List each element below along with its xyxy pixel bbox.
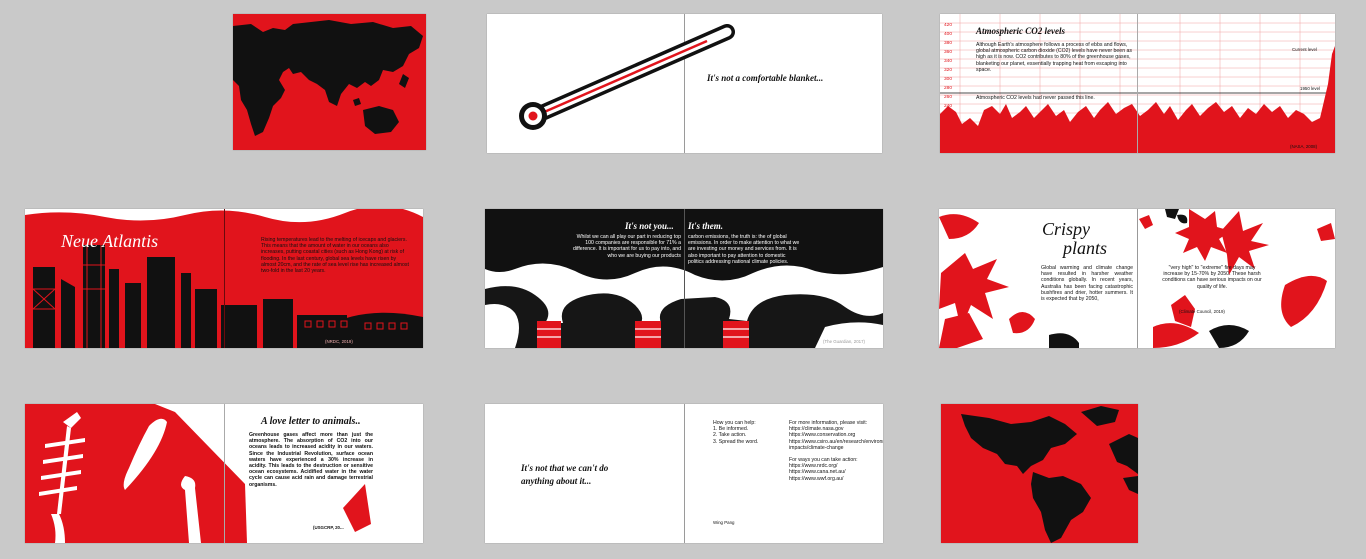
help-step: 3. Spread the word.	[713, 438, 759, 445]
help-info: For more information, please visit: http…	[789, 420, 883, 482]
crispy-spread[interactable]: Crispy plants Global warming and climate…	[939, 209, 1335, 348]
them-spread[interactable]: It's not you... It's them. Whilst we can…	[485, 209, 883, 348]
thermometer-illustration	[519, 24, 735, 130]
them-source: (The Guardian, 2017)	[823, 339, 865, 344]
axis-tick: 360	[944, 50, 953, 55]
co2-title: Atmospheric CO2 levels	[976, 26, 1065, 36]
co2-source: (NASA, 2008)	[1290, 144, 1318, 149]
thermometer-spread[interactable]: It's not a comfortable blanket...	[487, 14, 882, 153]
spread-fold	[224, 404, 225, 543]
spread-fold	[684, 404, 685, 543]
atlantis-body: Rising temperatures lead to the melting …	[261, 237, 409, 275]
letter-title: A love letter to animals..	[261, 416, 361, 427]
co2-body-line: Atmospheric CO2 levels had never passed …	[976, 95, 1095, 101]
world-map-west-page[interactable]	[941, 404, 1138, 543]
world-map-east-illustration	[233, 20, 423, 136]
spread-fold	[1137, 14, 1138, 153]
crispy-body: Global warming and climate change have r…	[1041, 265, 1133, 303]
crispy-title-line2: plants	[1063, 238, 1108, 258]
spread-fold	[684, 209, 685, 348]
crispy-source: (Climate Council, 2019)	[1179, 309, 1225, 314]
world-map-west-illustration	[961, 406, 1138, 543]
thermometer-caption: It's not a comfortable blanket...	[707, 73, 824, 83]
atlantis-title: Neue Atlantis	[61, 231, 159, 251]
them-heading-right: It's them.	[688, 221, 724, 231]
co2-current-label: Current level	[1292, 47, 1317, 52]
atlantis-spread[interactable]: Neue Atlantis Rising temperatures lead t…	[25, 209, 423, 348]
co2-body: Although Earth's atmosphere follows a pr…	[976, 42, 1132, 73]
help-link[interactable]: https://www.csiro.au/en/research/environ…	[789, 439, 883, 451]
letter-spread[interactable]: A love letter to animals.. Greenhouse ga…	[25, 404, 423, 543]
spread-fold	[224, 209, 225, 348]
atlantis-source: (NRDC, 2019)	[325, 339, 353, 344]
axis-tick: 380	[944, 41, 953, 46]
axis-tick: 300	[944, 77, 953, 82]
axis-tick: 240	[944, 104, 953, 109]
co2-spread[interactable]: 420 400 380 360 340 320 300 280 260 240 …	[940, 14, 1335, 153]
them-heading-left: It's not you...	[625, 221, 674, 231]
co2-1950-label: 1950 level	[1300, 86, 1321, 91]
axis-tick: 400	[944, 32, 953, 37]
crispy-body-right: "very high" to "extreme" fire days may i…	[1162, 265, 1262, 290]
help-caption: It's not that we can't do anything about…	[521, 463, 609, 486]
axis-tick: 320	[944, 68, 953, 73]
help-spread[interactable]: It's not that we can't do anything about…	[485, 404, 883, 543]
axis-tick: 260	[944, 95, 953, 100]
axis-tick: 340	[944, 59, 953, 64]
axis-tick: 420	[944, 23, 953, 28]
crispy-title-line1: Crispy	[1042, 219, 1091, 239]
world-map-east-page[interactable]	[233, 14, 426, 150]
spread-fold	[1137, 209, 1138, 348]
letter-source: (USGCRP, 20...	[313, 525, 344, 530]
letter-body: Greenhouse gases affect more than just t…	[249, 432, 373, 488]
them-body-left: Whilst we can all play our part in reduc…	[572, 234, 681, 259]
co2-axis: 420 400 380 360 340 320 300 280 260 240	[944, 21, 958, 111]
axis-tick: 280	[944, 86, 953, 91]
help-action-link[interactable]: https://www.wwf.org.au/	[789, 476, 875, 482]
them-body-right: carbon emissions, the truth is: the of g…	[688, 234, 800, 265]
help-author: Wing Pang	[713, 520, 735, 525]
help-steps: How you can help: 1. Be informed. 2. Tak…	[713, 420, 775, 445]
